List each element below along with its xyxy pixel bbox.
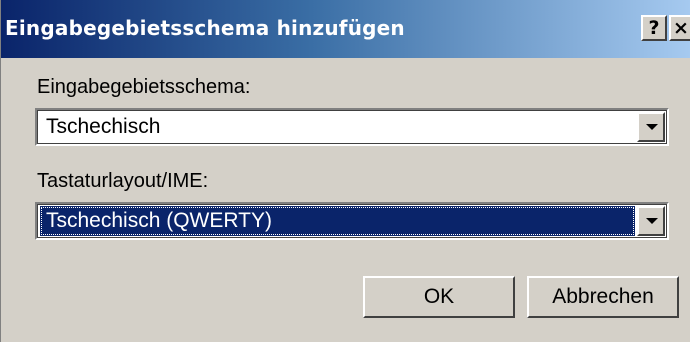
keyboard-layout-value: Tschechisch (QWERTY)	[40, 206, 635, 236]
keyboard-layout-combobox[interactable]: Tschechisch (QWERTY)	[35, 202, 669, 240]
add-input-locale-dialog: Eingabegebietsschema hinzufügen ? × Eing…	[0, 0, 690, 342]
title-bar[interactable]: Eingabegebietsschema hinzufügen ? ×	[1, 0, 690, 58]
cancel-button[interactable]: Abbrechen	[527, 276, 679, 318]
input-locale-value: Tschechisch	[46, 115, 161, 138]
dialog-title: Eingabegebietsschema hinzufügen	[5, 16, 405, 40]
chevron-down-icon	[646, 124, 658, 130]
help-button[interactable]: ?	[641, 15, 667, 41]
keyboard-layout-dropdown-button[interactable]	[637, 206, 665, 236]
input-locale-label: Eingabegebietsschema:	[37, 76, 251, 98]
keyboard-layout-label: Tastaturlayout/IME:	[37, 170, 209, 192]
chevron-down-icon	[646, 218, 658, 224]
close-button[interactable]: ×	[669, 15, 690, 41]
input-locale-dropdown-button[interactable]	[637, 112, 665, 142]
input-locale-combobox[interactable]: Tschechisch	[35, 108, 669, 146]
ok-button[interactable]: OK	[363, 276, 515, 318]
